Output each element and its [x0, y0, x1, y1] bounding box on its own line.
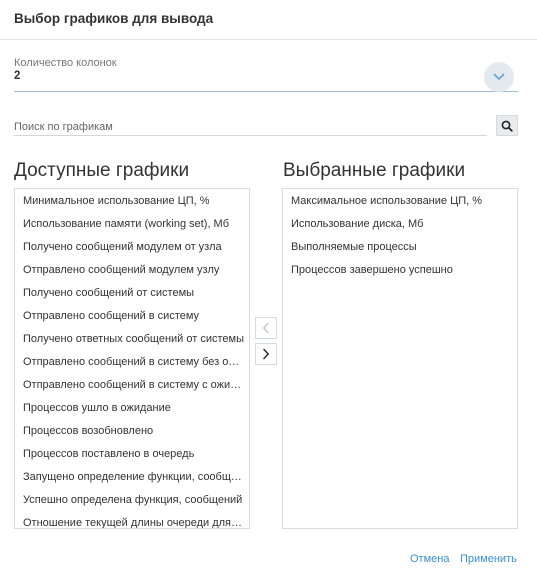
available-list-item[interactable]: Процессов возобновлено [15, 420, 249, 443]
available-list-item[interactable]: Успешно определена функция, сообщений [15, 489, 249, 512]
chevron-down-icon [493, 73, 505, 80]
available-list-item[interactable]: Минимальное использование ЦП, % [15, 190, 249, 213]
columns-count-value[interactable]: 2 [14, 70, 20, 82]
selected-list-item[interactable]: Максимальное использование ЦП, % [283, 190, 517, 213]
available-list-item[interactable]: Отношение текущей длины очереди для обра… [15, 512, 249, 528]
selected-list-item[interactable]: Использование диска, Мб [283, 213, 517, 236]
available-list-item[interactable]: Отправлено сообщений в систему [15, 305, 249, 328]
search-input[interactable] [14, 118, 487, 136]
move-to-available-button[interactable] [255, 317, 277, 339]
search-icon [501, 120, 513, 132]
columns-count-select[interactable]: Количество колонок 2 [14, 57, 518, 92]
selected-list-item[interactable]: Выполняемые процессы [283, 236, 517, 259]
available-charts-heading: Доступные графики [14, 160, 190, 181]
dialog-header: Выбор графиков для вывода [0, 0, 537, 40]
selected-charts-heading: Выбранные графики [283, 160, 466, 181]
available-list-item[interactable]: Получено сообщений модулем от узла [15, 236, 249, 259]
search-field [14, 117, 487, 136]
search-button[interactable] [496, 115, 518, 136]
available-list-item[interactable]: Запущено определение функции, сообщений [15, 466, 249, 489]
available-list-item[interactable]: Отправлено сообщений в систему без ожида… [15, 351, 249, 374]
dialog-title: Выбор графиков для вывода [14, 11, 214, 26]
chevron-right-icon [263, 348, 269, 360]
cancel-button[interactable]: Отмена [410, 553, 449, 565]
chart-selection-dialog: Выбор графиков для вывода Количество кол… [0, 0, 537, 572]
available-list-item[interactable]: Отправлено сообщений модулем узлу [15, 259, 249, 282]
available-list-item[interactable]: Процессов ушло в ожидание [15, 397, 249, 420]
apply-button[interactable]: Применить [460, 553, 517, 565]
available-list-item[interactable]: Получено ответных сообщений от системы [15, 328, 249, 351]
columns-count-label: Количество колонок [14, 57, 117, 69]
available-list-item[interactable]: Использование памяти (working set), Мб [15, 213, 249, 236]
chevron-left-icon [263, 322, 269, 334]
selected-charts-list[interactable]: Максимальное использование ЦП, % Использ… [282, 188, 518, 529]
available-list-item[interactable]: Отправлено сообщений в систему с ожидани… [15, 374, 249, 397]
move-to-selected-button[interactable] [255, 343, 277, 365]
available-list-item[interactable]: Получено сообщений от системы [15, 282, 249, 305]
available-list-item[interactable]: Процессов поставлено в очередь [15, 443, 249, 466]
columns-dropdown-toggle[interactable] [484, 62, 514, 92]
selected-list-item[interactable]: Процессов завершено успешно [283, 259, 517, 282]
available-charts-list[interactable]: Минимальное использование ЦП, % Использо… [14, 188, 250, 529]
